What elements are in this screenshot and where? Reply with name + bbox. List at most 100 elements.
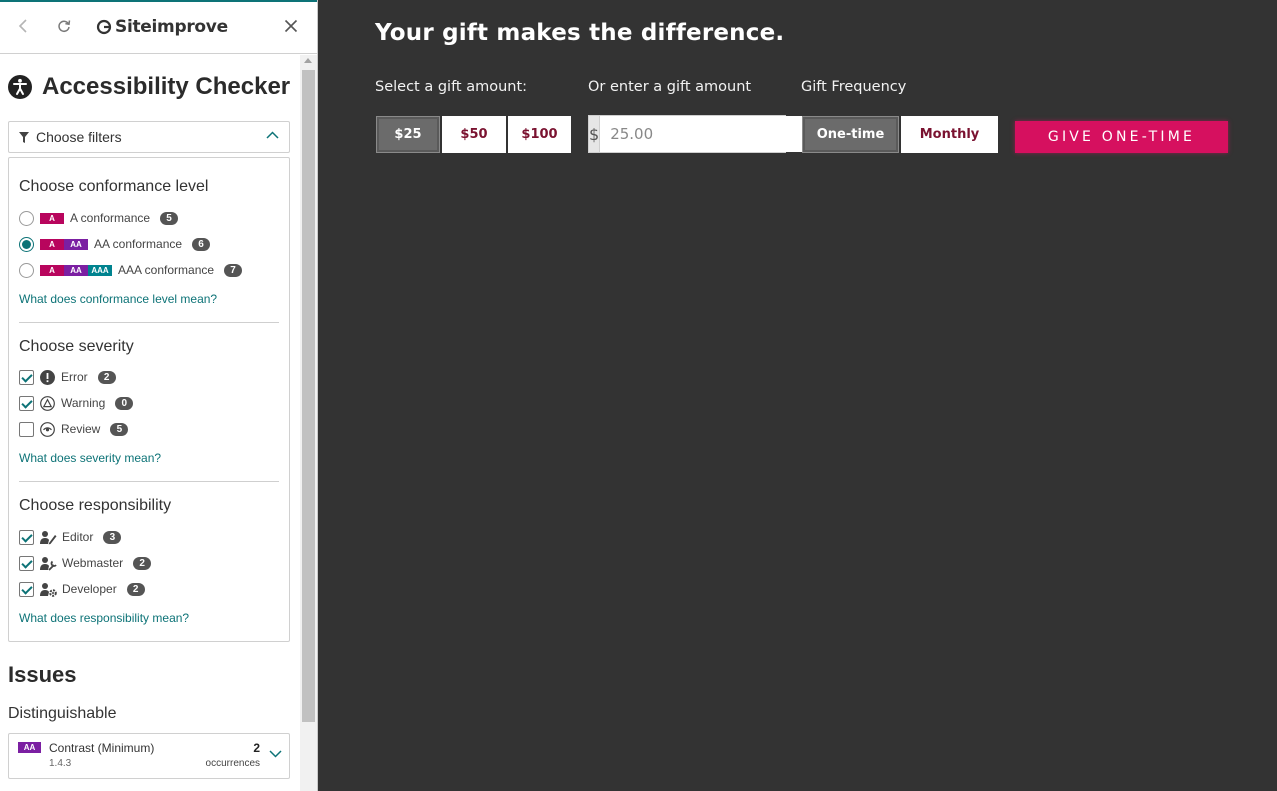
enter-amount-label: Or enter a gift amount (588, 79, 752, 95)
warning-checkbox[interactable] (19, 395, 34, 411)
severity-option-warning[interactable]: Warning 0 (19, 393, 134, 413)
warning-icon (40, 395, 55, 411)
app-window: Siteimprove Accessibility Checker Choose… (0, 0, 1277, 791)
level-aa-badge: AA (18, 742, 41, 753)
filter-icon (19, 131, 29, 143)
webmaster-checkbox[interactable] (19, 555, 34, 571)
level-badges: A AA AAA (40, 264, 112, 276)
responsibility-option-label: Webmaster (62, 556, 124, 570)
gift-amount-input[interactable] (600, 116, 805, 152)
count-badge: 0 (115, 396, 134, 410)
responsibility-option-editor[interactable]: Editor 3 (19, 527, 122, 547)
chevron-up-icon (266, 131, 279, 139)
donation-page: Your gift makes the difference. Select a… (318, 0, 1277, 791)
severity-option-review[interactable]: Review 5 (19, 419, 129, 439)
issue-code: 1.4.3 (49, 758, 72, 769)
conformance-help-link[interactable]: What does conformance level mean? (19, 292, 217, 306)
issue-item[interactable]: AA Contrast (Minimum) 1.4.3 2 occurrence… (8, 733, 290, 779)
amount-button-100[interactable]: $100 (508, 116, 571, 153)
filter-panel: Choose conformance level A A conformance… (8, 157, 290, 642)
count-badge: 6 (192, 237, 211, 251)
close-icon[interactable] (280, 15, 302, 37)
count-badge: 2 (126, 582, 145, 596)
conformance-a-radio[interactable] (19, 210, 34, 226)
issue-occurrence-label: occurrences (205, 758, 260, 769)
severity-option-error[interactable]: Error 2 (19, 367, 116, 387)
count-badge: 2 (133, 556, 152, 570)
sidebar-scrollbar-thumb[interactable] (302, 70, 315, 722)
count-badge: 3 (103, 530, 122, 544)
panel-heading: Accessibility Checker (8, 72, 290, 102)
choose-filters-label: Choose filters (36, 129, 122, 145)
level-aaa-badge: AAA (88, 264, 112, 276)
issues-group-title: Distinguishable (8, 705, 117, 722)
severity-option-label: Review (61, 422, 101, 436)
level-badges: A AA (40, 238, 88, 250)
developer-checkbox[interactable] (19, 581, 34, 597)
accessibility-icon (8, 75, 32, 99)
siteimprove-logo: Siteimprove (96, 16, 228, 38)
review-icon (40, 421, 55, 437)
frequency-monthly-button[interactable]: Monthly (901, 116, 998, 153)
responsibility-option-label: Editor (62, 530, 94, 544)
severity-section-title: Choose severity (19, 338, 134, 355)
issue-occurrence-count: 2 (253, 741, 260, 755)
amount-button-25[interactable]: $25 (376, 116, 440, 153)
conformance-option-label: A conformance (70, 211, 151, 225)
gift-amount-field: $ (588, 115, 805, 153)
choose-filters-toggle[interactable]: Choose filters (8, 121, 290, 153)
section-divider (19, 322, 279, 323)
editor-checkbox[interactable] (19, 529, 34, 545)
review-checkbox[interactable] (19, 421, 34, 437)
count-badge: 2 (97, 370, 116, 384)
responsibility-option-webmaster[interactable]: Webmaster 2 (19, 553, 152, 573)
sidebar-toolbar: Siteimprove (0, 2, 317, 54)
siteimprove-logo-icon (96, 19, 112, 35)
gift-frequency-label: Gift Frequency (801, 79, 907, 95)
level-a-badge: A (40, 264, 64, 276)
amount-button-50[interactable]: $50 (442, 116, 506, 153)
conformance-aa-radio[interactable] (19, 236, 34, 252)
responsibility-option-developer[interactable]: Developer 2 (19, 579, 145, 599)
count-badge: 7 (224, 263, 243, 277)
count-badge: 5 (160, 211, 179, 225)
error-checkbox[interactable] (19, 369, 34, 385)
logo-text: Siteimprove (115, 17, 228, 37)
refresh-icon[interactable] (53, 15, 75, 37)
severity-option-label: Warning (61, 396, 106, 410)
level-badges: A (40, 212, 64, 224)
issues-title: Issues (8, 662, 77, 687)
conformance-aaa-radio[interactable] (19, 262, 34, 278)
level-a-badge: A (40, 212, 64, 224)
responsibility-option-label: Developer (62, 582, 117, 596)
donation-headline: Your gift makes the difference. (375, 20, 785, 46)
conformance-section-title: Choose conformance level (19, 178, 209, 195)
frequency-one-time-button[interactable]: One-time (802, 116, 899, 153)
conformance-option-label: AAA conformance (118, 263, 215, 277)
panel-title: Accessibility Checker (42, 73, 291, 100)
conformance-option-a[interactable]: A A conformance 5 (19, 208, 179, 228)
severity-option-label: Error (61, 370, 88, 384)
accessibility-sidebar: Siteimprove Accessibility Checker Choose… (0, 0, 318, 791)
level-aa-badge: AA (64, 264, 88, 276)
level-aa-badge: AA (64, 238, 88, 250)
webmaster-icon (40, 556, 57, 571)
editor-icon (40, 530, 57, 545)
scroll-up-arrow-icon[interactable] (304, 58, 312, 63)
currency-prefix: $ (589, 116, 601, 152)
select-amount-label: Select a gift amount: (375, 79, 528, 95)
responsibility-help-link[interactable]: What does responsibility mean? (19, 611, 189, 625)
conformance-option-label: AA conformance (94, 237, 183, 251)
error-icon (40, 369, 55, 385)
developer-icon (40, 582, 57, 597)
issue-name: Contrast (Minimum) (49, 741, 155, 755)
chevron-down-icon[interactable] (269, 750, 282, 758)
section-divider (19, 481, 279, 482)
back-icon[interactable] (12, 15, 34, 37)
responsibility-section-title: Choose responsibility (19, 497, 172, 514)
severity-help-link[interactable]: What does severity mean? (19, 451, 161, 465)
conformance-option-aaa[interactable]: A AA AAA AAA conformance 7 (19, 260, 243, 280)
give-button[interactable]: GIVE ONE-TIME (1015, 121, 1228, 153)
conformance-option-aa[interactable]: A AA AA conformance 6 (19, 234, 211, 254)
count-badge: 5 (110, 422, 129, 436)
